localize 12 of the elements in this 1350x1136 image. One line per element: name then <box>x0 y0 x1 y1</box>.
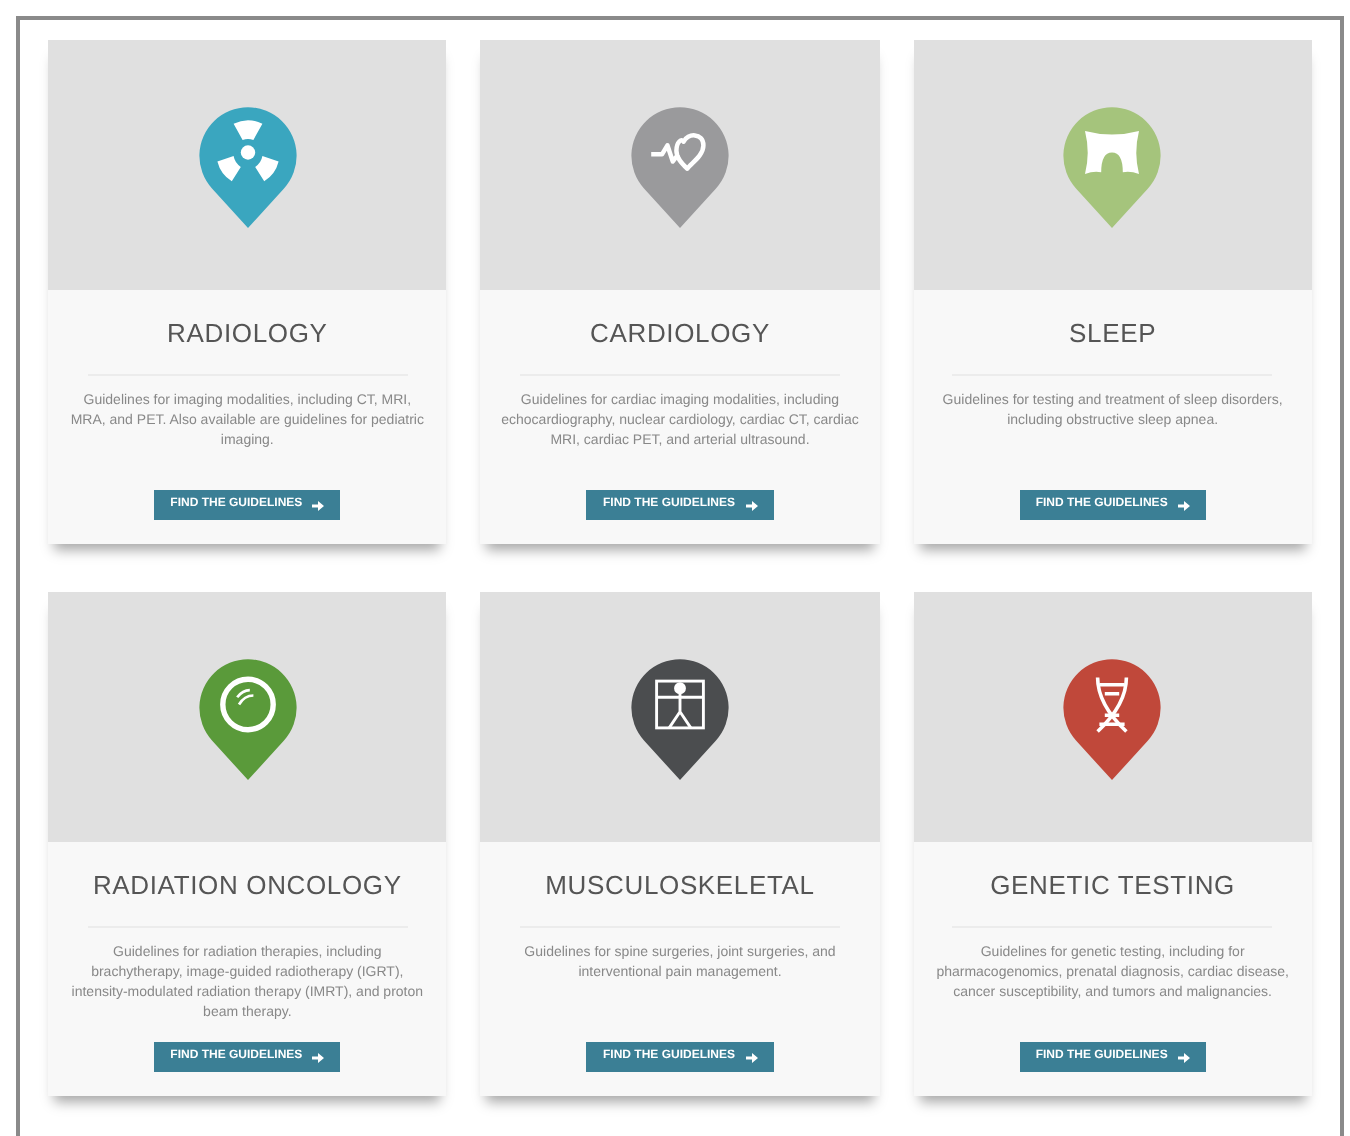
card-title: RADIATION ONCOLOGY <box>92 868 402 904</box>
arrow-right-icon <box>312 499 325 511</box>
arrow-right-icon <box>1177 1051 1190 1063</box>
card-title: RADIOLOGY <box>167 316 328 352</box>
card-title: MUSCULOSKELETAL <box>545 868 815 904</box>
arrow-right-icon <box>1177 499 1190 511</box>
arrow-right-icon <box>745 1051 757 1063</box>
arrow-right-icon <box>745 499 757 511</box>
card-title: SLEEP <box>1069 316 1157 352</box>
arrow-right-icon <box>312 1051 325 1063</box>
card-title: CARDIOLOGY <box>590 316 770 352</box>
card-title: GENETIC TESTING <box>990 868 1235 904</box>
